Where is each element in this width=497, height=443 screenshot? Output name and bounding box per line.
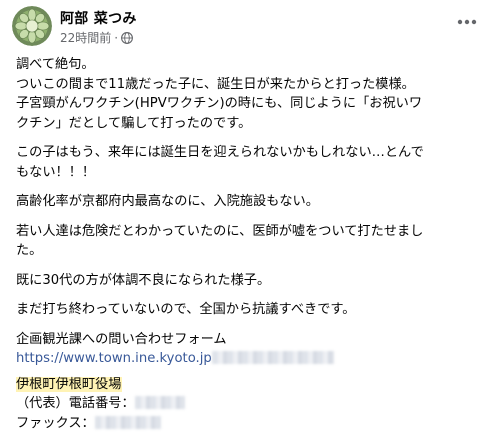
facebook-post: 阿部 菜つみ 22時間前 · 調べて絶句。 ついこの間まで11歳だった子に、誕生… bbox=[0, 0, 497, 431]
post-line: 高齢化率が京都府内最高なのに、入院施設もない。 bbox=[16, 194, 319, 209]
fax-line: ファックス： bbox=[16, 414, 488, 434]
avatar[interactable] bbox=[12, 6, 52, 46]
phone-label: （代表）電話番号： bbox=[16, 396, 135, 411]
office-line: 伊根町伊根町役場 bbox=[16, 375, 488, 395]
fax-label: ファックス： bbox=[16, 415, 95, 431]
author-name[interactable]: 阿部 菜つみ bbox=[60, 8, 137, 28]
post-line: この子はもう、来年には誕生日を迎えられないかもしれない…とんで bbox=[16, 145, 424, 160]
post-line: ついこの間まで11歳だった子に、誕生日が来たからと打った模様。 bbox=[16, 76, 415, 92]
paragraph-2: この子はもう、来年には誕生日を迎えられないかもしれない…とんで もない！！！ bbox=[16, 143, 488, 182]
paragraph-4: 若い人達は危険だとわかっていたのに、医師が嘘をついて打たせまし た。 bbox=[16, 222, 488, 261]
post-body: 調べて絶句。 ついこの間まで11歳だった子に、誕生日が来たからと打った模様。 子… bbox=[16, 55, 488, 443]
paragraph-8: 伊根町伊根町役場 （代表）電話番号： ファックス： bbox=[16, 375, 488, 434]
post-meta: 22時間前 · bbox=[60, 29, 134, 46]
post-line: まだ打ち終わっていないので、全国から抗議すべきです。 bbox=[16, 302, 356, 317]
post-line: 企画観光課への問い合わせフォーム bbox=[16, 331, 227, 347]
redacted-phone bbox=[134, 396, 185, 409]
post-timestamp[interactable]: 22時間前 bbox=[60, 29, 111, 46]
post-line: 既に30代の方が体調不良になられた様子。 bbox=[16, 272, 271, 288]
external-link[interactable]: https://www.town.ine.kyoto.jp bbox=[16, 351, 212, 366]
globe-icon[interactable] bbox=[121, 31, 134, 44]
paragraph-3: 高齢化率が京都府内最高なのに、入院施設もない。 bbox=[16, 192, 488, 212]
post-line: もない！！！ bbox=[16, 164, 96, 180]
post-line: た。 bbox=[16, 243, 43, 258]
post-line: 調べて絶句。 bbox=[16, 57, 95, 72]
paragraph-7: 企画観光課への問い合わせフォーム https://www.town.ine.ky… bbox=[16, 330, 488, 369]
meta-separator: · bbox=[114, 30, 119, 45]
post-line: 子宮頸がんワクチン(HPVワクチン)の時にも、同じように「お祝いワ bbox=[16, 96, 423, 111]
paragraph-6: まだ打ち終わっていないので、全国から抗議すべきです。 bbox=[16, 300, 488, 320]
paragraph-1: 調べて絶句。 ついこの間まで11歳だった子に、誕生日が来たからと打った模様。 子… bbox=[16, 55, 488, 133]
link-line: https://www.town.ine.kyoto.jp bbox=[16, 349, 488, 369]
more-options-button[interactable] bbox=[453, 10, 481, 34]
office-name: 伊根町伊根町役場 bbox=[16, 376, 122, 392]
post-line: クチン」だとして騙して打ったのです。 bbox=[16, 115, 252, 131]
paragraph-5: 既に30代の方が体調不良になられた様子。 bbox=[16, 271, 488, 291]
phone-line: （代表）電話番号： bbox=[16, 394, 488, 414]
redacted-fax bbox=[94, 415, 161, 429]
post-line: 若い人達は危険だとわかっていたのに、医師が嘘をついて打たせまし bbox=[16, 223, 424, 239]
ellipsis-icon bbox=[457, 19, 477, 25]
redacted-url bbox=[211, 351, 334, 364]
